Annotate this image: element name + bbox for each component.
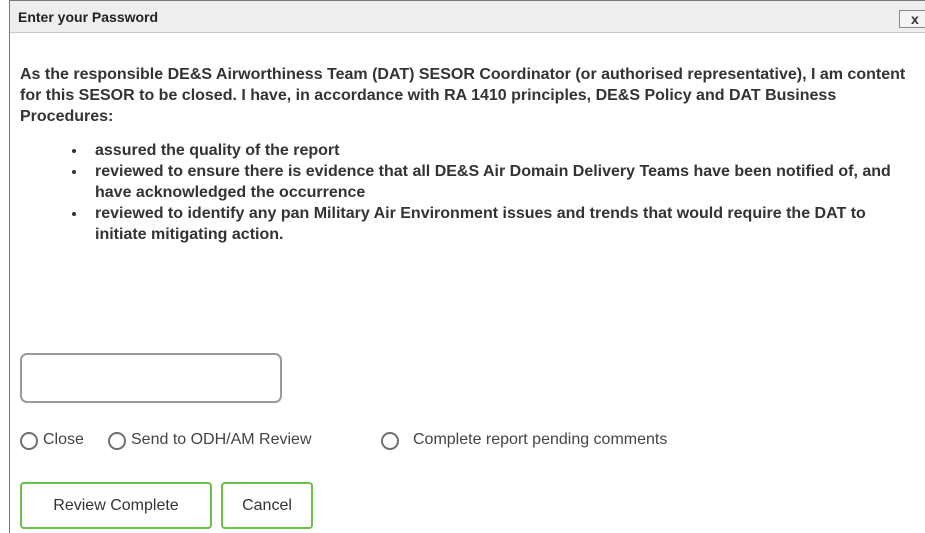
dialog-title: Enter your Password bbox=[18, 9, 159, 25]
review-complete-button[interactable]: Review Complete bbox=[20, 482, 212, 529]
send-review-radio[interactable] bbox=[108, 432, 126, 450]
declaration-list: assured the quality of the report review… bbox=[20, 140, 920, 245]
password-dialog: Enter your Password x As the responsible… bbox=[9, 0, 925, 533]
option-complete-pending[interactable]: Complete report pending comments bbox=[381, 430, 781, 452]
declaration-item: assured the quality of the report bbox=[87, 140, 920, 161]
option-close-label: Close bbox=[43, 431, 84, 448]
option-close[interactable]: Close bbox=[20, 430, 108, 452]
close-radio[interactable] bbox=[20, 432, 38, 450]
password-input[interactable] bbox=[20, 353, 282, 403]
option-complete-pending-label: Complete report pending comments bbox=[413, 431, 668, 448]
option-send-review[interactable]: Send to ODH/AM Review bbox=[108, 430, 380, 452]
cancel-button[interactable]: Cancel bbox=[221, 482, 313, 529]
close-button[interactable]: x bbox=[899, 10, 925, 28]
close-icon: x bbox=[911, 11, 919, 27]
declaration-item: reviewed to ensure there is evidence tha… bbox=[87, 161, 920, 203]
declaration-text: As the responsible DE&S Airworthiness Te… bbox=[20, 64, 920, 245]
declaration-intro: As the responsible DE&S Airworthiness Te… bbox=[20, 66, 906, 125]
complete-pending-radio[interactable] bbox=[381, 432, 399, 450]
declaration-item: reviewed to identify any pan Military Ai… bbox=[87, 203, 920, 245]
option-send-review-label: Send to ODH/AM Review bbox=[131, 431, 312, 448]
dialog-titlebar: Enter your Password x bbox=[10, 1, 925, 33]
